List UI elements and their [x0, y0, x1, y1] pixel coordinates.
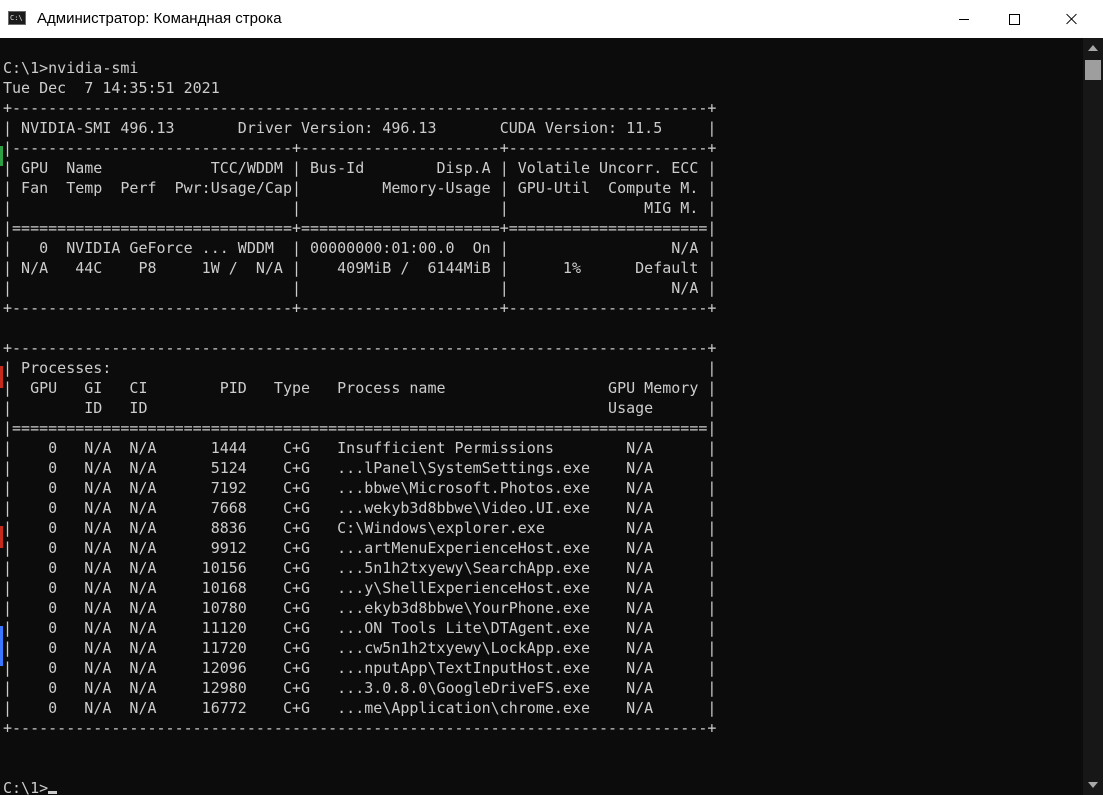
terminal-line: | 0 N/A N/A 11720 C+G ...cw5n1h2txyewy\L… [3, 639, 717, 657]
minimize-icon [959, 18, 969, 20]
terminal-line: |=======================================… [3, 419, 717, 437]
terminal-line: +-------------------------------+-------… [3, 299, 717, 317]
terminal-line: | 0 N/A N/A 12096 C+G ...nputApp\TextInp… [3, 659, 717, 677]
terminal-line: | 0 N/A N/A 10780 C+G ...ekyb3d8bbwe\You… [3, 599, 717, 617]
terminal-line: | 0 N/A N/A 5124 C+G ...lPanel\SystemSet… [3, 459, 717, 477]
terminal-line: | Fan Temp Perf Pwr:Usage/Cap| Memory-Us… [3, 179, 717, 197]
terminal-line: | 0 N/A N/A 16772 C+G ...me\Application\… [3, 699, 717, 717]
scroll-down-icon[interactable] [1088, 782, 1098, 788]
close-button[interactable] [1049, 0, 1095, 38]
terminal-line: | 0 N/A N/A 10156 C+G ...5n1h2txyewy\Sea… [3, 559, 717, 577]
terminal-line: +---------------------------------------… [3, 99, 717, 117]
scroll-up-icon[interactable] [1088, 45, 1098, 51]
terminal-line: | 0 N/A N/A 11120 C+G ...ON Tools Lite\D… [3, 619, 717, 637]
terminal-line: | 0 N/A N/A 9912 C+G ...artMenuExperienc… [3, 539, 717, 557]
terminal-line: | GPU Name TCC/WDDM | Bus-Id Disp.A | Vo… [3, 159, 717, 177]
terminal-line: | Processes: | [3, 359, 717, 377]
terminal-line: Tue Dec 7 14:35:51 2021 [3, 79, 220, 97]
command-prompt-line[interactable]: C:\1> [3, 778, 716, 795]
terminal-line: | ID ID Usage | [3, 399, 717, 417]
vertical-scrollbar[interactable] [1083, 38, 1103, 795]
terminal-line: | 0 N/A N/A 10168 C+G ...y\ShellExperien… [3, 579, 717, 597]
title-bar[interactable]: C:\ Администратор: Командная строка [0, 0, 1103, 38]
terminal-line: | 0 N/A N/A 7668 C+G ...wekyb3d8bbwe\Vid… [3, 499, 717, 517]
terminal-line: +---------------------------------------… [3, 719, 717, 737]
terminal-text: C:\1>nvidia-smi Tue Dec 7 14:35:51 2021 +-… [3, 58, 716, 795]
terminal-line: | | | N/A | [3, 279, 717, 297]
minimize-button[interactable] [941, 0, 987, 38]
terminal-line: |-------------------------------+-------… [3, 139, 717, 157]
terminal-line: C:\1>nvidia-smi [3, 59, 139, 77]
terminal-line: | GPU GI CI PID Type Process name GPU Me… [3, 379, 717, 397]
terminal-line: | NVIDIA-SMI 496.13 Driver Version: 496.… [3, 119, 717, 137]
terminal-line: | 0 N/A N/A 7192 C+G ...bbwe\Microsoft.P… [3, 479, 717, 497]
console-output-area[interactable]: C:\1>nvidia-smi Tue Dec 7 14:35:51 2021 +-… [0, 38, 1083, 795]
window-title: Администратор: Командная строка [37, 10, 282, 27]
terminal-line: | | | MIG M. | [3, 199, 717, 217]
text-cursor [48, 791, 58, 794]
prompt-text: C:\1> [3, 779, 49, 795]
command-prompt-window: C:\ Администратор: Командная строка C:\1… [0, 0, 1103, 795]
maximize-icon [1008, 13, 1020, 25]
terminal-line: | 0 N/A N/A 12980 C+G ...3.0.8.0\GoogleD… [3, 679, 717, 697]
scroll-thumb[interactable] [1085, 60, 1101, 80]
terminal-line: +---------------------------------------… [3, 339, 717, 357]
terminal-line: | N/A 44C P8 1W / N/A | 409MiB / 6144MiB… [3, 259, 717, 277]
terminal-line: | 0 N/A N/A 8836 C+G C:\Windows\explorer… [3, 519, 717, 537]
terminal-line: | 0 NVIDIA GeForce ... WDDM | 00000000:0… [3, 239, 717, 257]
maximize-button[interactable] [991, 0, 1037, 38]
close-icon [1066, 13, 1078, 25]
cmd-icon[interactable]: C:\ [8, 11, 26, 25]
terminal-line: | 0 N/A N/A 1444 C+G Insufficient Permis… [3, 439, 717, 457]
terminal-line: |===============================+=======… [3, 219, 717, 237]
